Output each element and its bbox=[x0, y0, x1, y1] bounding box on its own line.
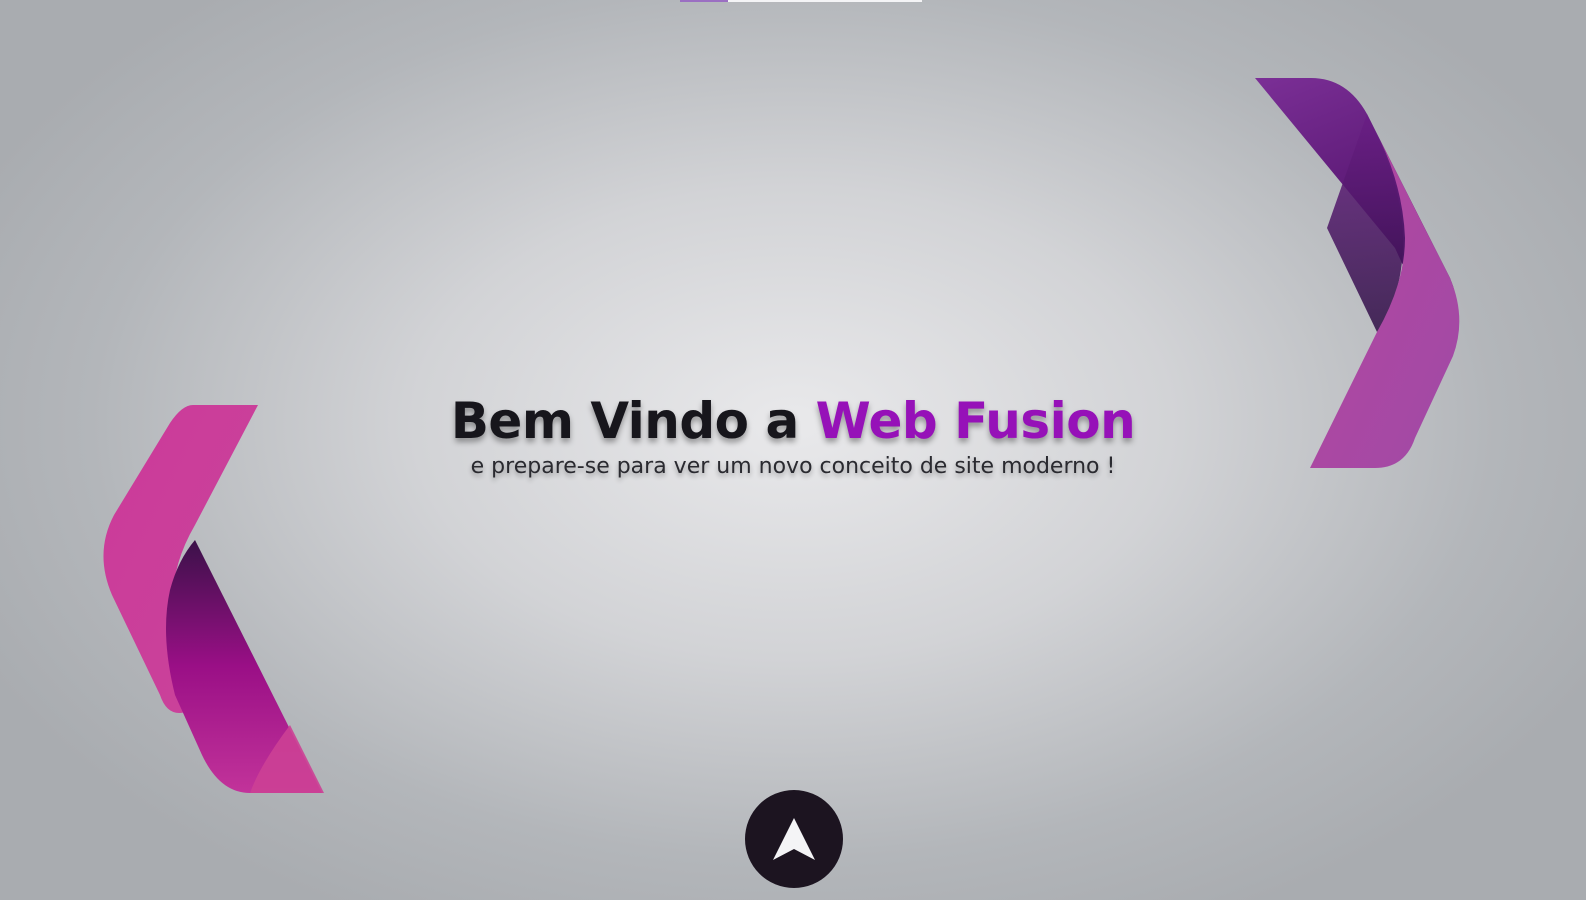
scroll-to-top-button[interactable] bbox=[745, 790, 843, 888]
hero-subtitle: e prepare-se para ver um novo conceito d… bbox=[470, 454, 1116, 479]
arrow-up-icon bbox=[773, 818, 815, 860]
slide-indicator bbox=[680, 0, 922, 2]
hero-title: Bem Vindo a Web Fusion bbox=[0, 390, 1586, 452]
slide-indicator-active bbox=[680, 0, 728, 2]
hero-section: Bem Vindo a Web Fusion e prepare-se para… bbox=[0, 390, 1586, 482]
hero-title-prefix: Bem Vindo a bbox=[450, 392, 816, 450]
hero-title-brand: Web Fusion bbox=[815, 392, 1136, 450]
